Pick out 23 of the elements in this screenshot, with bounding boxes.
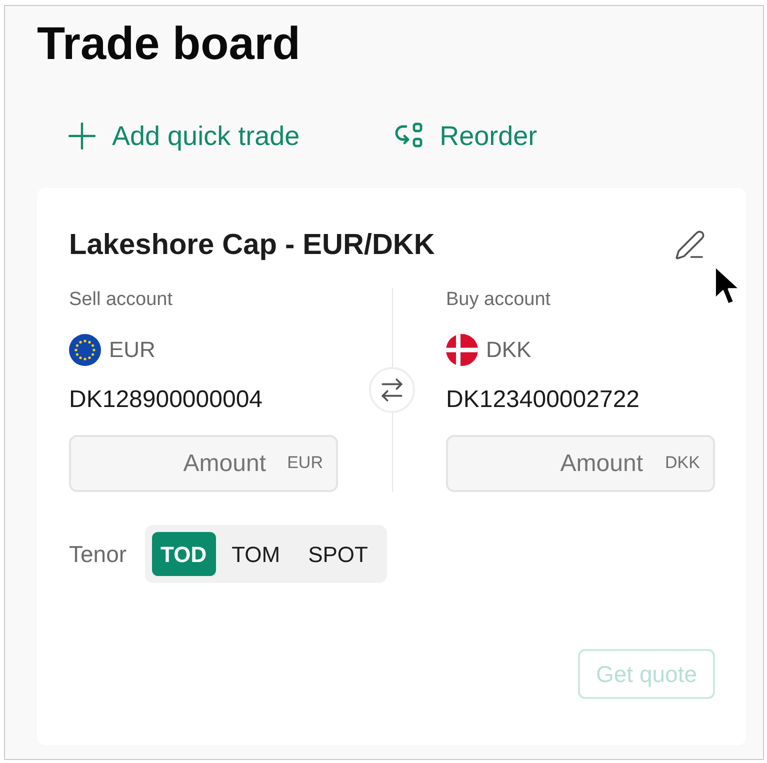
pencil-icon (674, 229, 706, 261)
card-title: Lakeshore Cap - EUR/DKK (69, 228, 435, 262)
edit-button[interactable] (673, 228, 707, 262)
add-quick-trade-button[interactable]: Add quick trade (68, 119, 300, 153)
tenor-option[interactable]: SPOT (296, 532, 380, 576)
plus-icon (68, 122, 96, 150)
eu-flag-icon (69, 334, 101, 366)
account-label: Buy account (446, 288, 551, 312)
account-number: DK128900000004 (69, 386, 263, 414)
swap-button[interactable] (369, 367, 415, 413)
currency-suffix: DKK (665, 452, 700, 474)
currency-code: DKK (486, 336, 532, 364)
page-title: Trade board (37, 16, 300, 71)
account-number: DK123400002722 (446, 386, 640, 414)
account-label: Sell account (69, 288, 173, 312)
tenor-option[interactable]: TOM (220, 532, 292, 576)
tenor-label: Tenor (69, 540, 127, 568)
currency-code: EUR (109, 336, 156, 364)
reorder-icon (394, 122, 424, 150)
currency-suffix: EUR (287, 452, 323, 474)
reorder-button[interactable]: Reorder (394, 119, 538, 153)
tenor-option[interactable]: TOD (152, 532, 216, 576)
danish-flag-icon (446, 334, 478, 366)
